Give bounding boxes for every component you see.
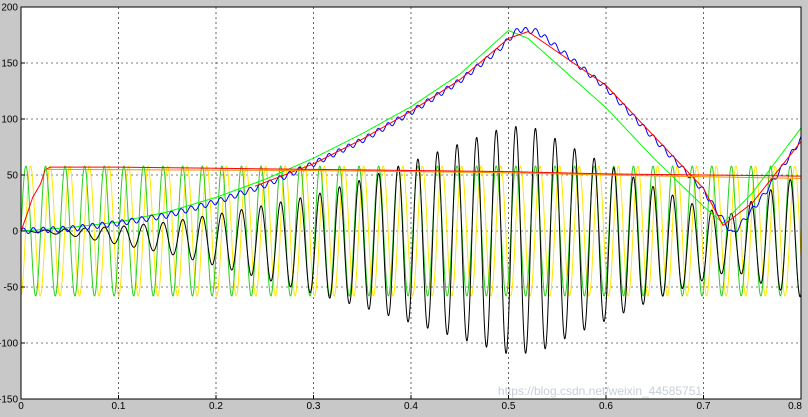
x-tick-label: 0.1 xyxy=(112,401,126,412)
y-tick-label: 50 xyxy=(7,171,19,182)
x-tick-label: 0.8 xyxy=(788,401,802,412)
x-tick-label: 0.4 xyxy=(404,401,418,412)
watermark: https://blog.csdn.net/weixin_44585751 xyxy=(498,384,702,398)
x-tick-label: 0.3 xyxy=(307,401,321,412)
x-tick-label: 0.2 xyxy=(209,401,223,412)
y-tick-label: -150 xyxy=(0,395,18,406)
y-tick-label: -100 xyxy=(0,339,18,350)
scope-figure: 200 150 100 50 0 -50 -100 -150 0 0.1 0.2 0.3 0.4 0.5… xyxy=(0,0,808,417)
x-tick-label: 0.6 xyxy=(599,401,613,412)
x-tick-label: 0 xyxy=(18,401,24,412)
y-tick-label: 100 xyxy=(1,115,18,126)
x-tick-label: 0.5 xyxy=(502,401,516,412)
y-tick-label: 200 xyxy=(1,3,18,14)
y-tick-label: -50 xyxy=(4,283,19,294)
x-tick-label: 0.7 xyxy=(697,401,711,412)
y-tick-label: 150 xyxy=(1,59,18,70)
y-tick-label: 0 xyxy=(12,227,18,238)
